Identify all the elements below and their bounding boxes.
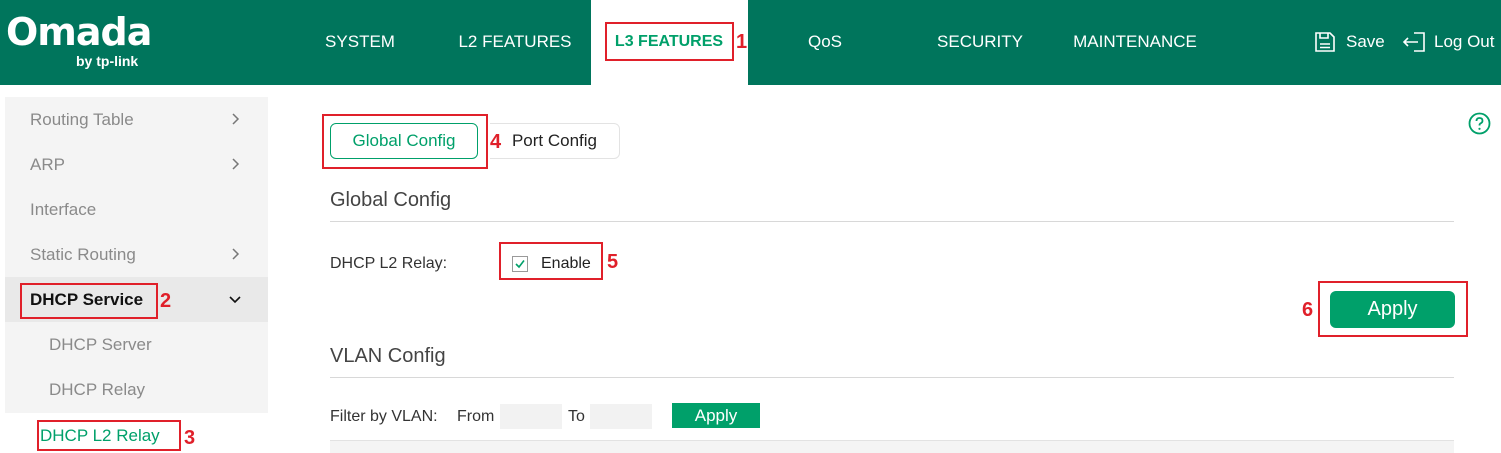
global-config-title: Global Config — [330, 189, 452, 211]
annotation-number-6: 6 — [1302, 299, 1314, 321]
chevron-down-icon — [229, 296, 241, 304]
sidebar-item-label: Interface — [30, 200, 97, 219]
logo-brand-text: Omada — [6, 10, 152, 54]
top-navigation-bar: Omada by tp-link SYSTEM L2 FEATURES L3 F… — [0, 0, 1501, 85]
sidebar-item-static-routing[interactable]: Static Routing — [5, 232, 268, 277]
annotation-box-4 — [322, 114, 488, 169]
vlan-from-input[interactable] — [500, 404, 562, 429]
from-label: From — [457, 408, 495, 425]
sidebar-item-label: DHCP Server — [49, 335, 152, 354]
annotation-number-3: 3 — [184, 427, 196, 449]
chevron-right-icon — [232, 113, 240, 125]
logout-label: Log Out — [1434, 32, 1495, 51]
sidebar-item-dhcp-server[interactable]: DHCP Server — [5, 322, 268, 367]
help-icon[interactable] — [1468, 112, 1491, 135]
save-icon — [1315, 32, 1335, 52]
annotation-box-2 — [20, 283, 158, 319]
annotation-box-3 — [37, 420, 181, 451]
nav-l2-features[interactable]: L2 FEATURES — [451, 0, 579, 85]
nav-system[interactable]: SYSTEM — [318, 0, 402, 85]
annotation-box-1 — [605, 22, 734, 61]
annotation-number-1: 1 — [736, 31, 748, 53]
logout-button[interactable]: Log Out — [1402, 0, 1501, 85]
tab-port-config[interactable]: Port Config — [490, 123, 620, 159]
sidebar-item-label: DHCP Relay — [49, 380, 146, 399]
logo-sub-text: by tp-link — [76, 53, 139, 69]
section-divider — [330, 377, 1454, 378]
vlan-table-header — [330, 440, 1454, 453]
chevron-right-icon — [232, 248, 240, 260]
annotation-number-2: 2 — [160, 290, 172, 312]
to-label: To — [568, 408, 585, 425]
sidebar-item-routing-table[interactable]: Routing Table — [5, 97, 268, 142]
sidebar-item-label: Static Routing — [30, 245, 136, 264]
omada-logo[interactable]: Omada by tp-link — [6, 10, 156, 70]
sidebar-item-label: ARP — [30, 155, 65, 174]
sidebar-item-label: Routing Table — [30, 110, 134, 129]
filter-apply-button[interactable]: Apply — [672, 403, 760, 428]
dhcp-l2-relay-label: DHCP L2 Relay: — [330, 255, 448, 272]
nav-qos[interactable]: QoS — [798, 0, 852, 85]
save-button[interactable]: Save — [1314, 0, 1390, 85]
section-divider — [330, 221, 1454, 222]
vlan-config-title: VLAN Config — [330, 345, 446, 367]
annotation-number-5: 5 — [607, 251, 619, 273]
vlan-to-input[interactable] — [590, 404, 652, 429]
annotation-number-4: 4 — [490, 131, 502, 153]
logout-icon — [1402, 32, 1425, 52]
sidebar-item-interface[interactable]: Interface — [5, 187, 268, 232]
annotation-box-5 — [499, 242, 603, 280]
chevron-right-icon — [232, 158, 240, 170]
sidebar-item-arp[interactable]: ARP — [5, 142, 268, 187]
nav-maintenance[interactable]: MAINTENANCE — [1065, 0, 1205, 85]
filter-by-vlan-label: Filter by VLAN: — [330, 408, 438, 425]
sidebar: Routing Table ARP Interface Static Routi… — [5, 97, 268, 413]
annotation-box-6 — [1318, 281, 1468, 337]
sidebar-item-dhcp-relay[interactable]: DHCP Relay — [5, 367, 268, 412]
nav-security[interactable]: SECURITY — [928, 0, 1032, 85]
save-label: Save — [1346, 32, 1385, 51]
